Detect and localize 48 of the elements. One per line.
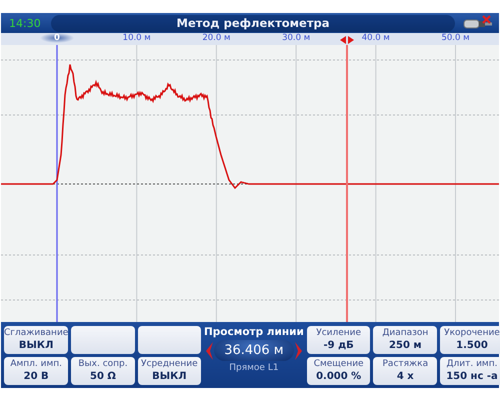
setting-tile[interactable]: Усиление -9 дБ: [306, 326, 370, 354]
setting-label: Диапазон: [382, 328, 428, 339]
setting-value: 250 м: [389, 340, 422, 352]
setting-tile[interactable]: Ампл. имп. 20 В: [4, 357, 68, 385]
setting-value: 1.500: [456, 340, 488, 352]
scale-label: 50.0 м: [441, 33, 470, 43]
setting-label: Укорочение: [444, 328, 500, 339]
cursor-marker-icon[interactable]: [340, 36, 354, 44]
setting-tile[interactable]: Вых. сопр. 50 Ω: [71, 357, 135, 385]
scale-label: 30.0 м: [282, 33, 310, 43]
setting-tile[interactable]: Усреднение ВЫКЛ: [138, 357, 201, 385]
setting-value: 4 x: [396, 371, 414, 383]
clock-time: 14:30: [9, 16, 42, 30]
setting-label: Усреднение: [141, 359, 198, 370]
scale-label: 40.0 м: [362, 33, 390, 43]
setting-label: Ампл. имп.: [10, 359, 62, 370]
scale-label: 20.0 м: [202, 33, 230, 43]
blank-tile[interactable]: [71, 326, 135, 354]
line-mode: Прямое L1: [229, 363, 279, 373]
setting-tile[interactable]: Смещение 0.000 %: [306, 357, 370, 385]
cable-plug-icon[interactable]: [463, 15, 493, 31]
screen-title: Метод рефлектометра: [51, 14, 455, 32]
setting-value: -9 дБ: [323, 340, 354, 352]
setting-value: ВЫКЛ: [152, 371, 187, 383]
setting-label: Смещение: [314, 359, 364, 370]
setting-label: Растяжка: [382, 359, 428, 370]
setting-tile[interactable]: Диапазон 250 м: [373, 326, 438, 354]
setting-tile[interactable]: Укорочение 1.500: [440, 326, 500, 354]
setting-value: 20 В: [24, 371, 49, 383]
setting-value: 0.000 %: [316, 371, 362, 383]
setting-value: ВЫКЛ: [18, 340, 54, 352]
scale-label: 10.0 м: [122, 33, 151, 43]
setting-value: 50 Ω: [90, 371, 116, 383]
start-cursor-line[interactable]: [56, 45, 58, 322]
cursor-distance: 36.406 м: [214, 340, 294, 361]
scale-label: 0: [40, 33, 74, 43]
setting-value: 150 нс -а: [446, 371, 498, 383]
setting-label: Сглаживание: [4, 328, 68, 339]
view-title: Просмотр линии: [204, 326, 304, 338]
blank-tile[interactable]: [138, 326, 201, 354]
setting-label: Длит. имп.: [446, 359, 498, 370]
setting-tile[interactable]: Растяжка 4 x: [373, 357, 438, 385]
left-arrow-icon[interactable]: [206, 342, 214, 360]
right-arrow-icon[interactable]: [294, 342, 302, 360]
setting-label: Усиление: [316, 328, 362, 339]
setting-tile[interactable]: Сглаживание ВЫКЛ: [4, 326, 68, 354]
setting-label: Вых. сопр.: [78, 359, 128, 370]
setting-tile[interactable]: Длит. имп. 150 нс -а: [440, 357, 500, 385]
